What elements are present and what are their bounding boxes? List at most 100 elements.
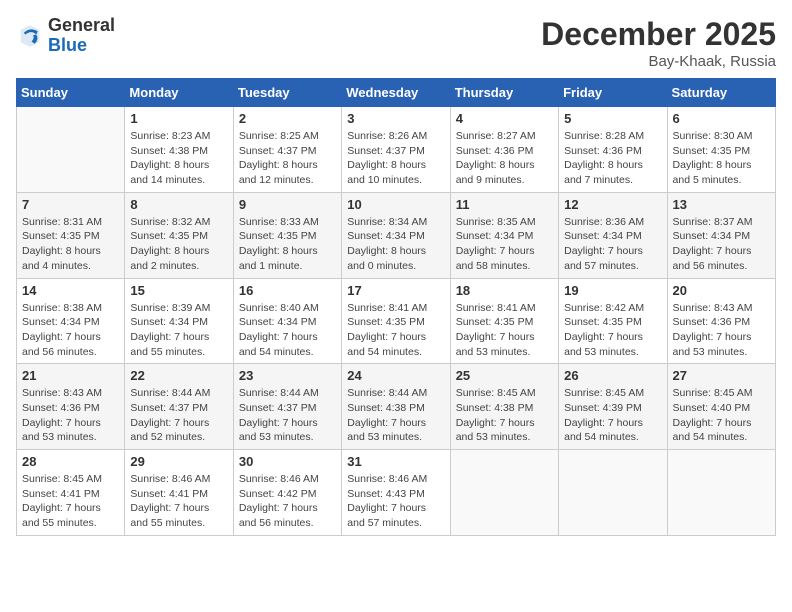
day-info: Sunrise: 8:37 AM Sunset: 4:34 PM Dayligh… — [673, 215, 770, 274]
day-number: 21 — [22, 368, 119, 383]
calendar-cell: 20 Sunrise: 8:43 AM Sunset: 4:36 PM Dayli… — [667, 278, 775, 364]
day-info: Sunrise: 8:44 AM Sunset: 4:37 PM Dayligh… — [130, 386, 227, 445]
day-number: 8 — [130, 197, 227, 212]
day-info: Sunrise: 8:30 AM Sunset: 4:35 PM Dayligh… — [673, 129, 770, 188]
calendar-cell: 5 Sunrise: 8:28 AM Sunset: 4:36 PM Daylig… — [559, 107, 667, 193]
day-info: Sunrise: 8:42 AM Sunset: 4:35 PM Dayligh… — [564, 301, 661, 360]
day-info: Sunrise: 8:39 AM Sunset: 4:34 PM Dayligh… — [130, 301, 227, 360]
weekday-header-monday: Monday — [125, 79, 233, 107]
calendar-week-row: 21 Sunrise: 8:43 AM Sunset: 4:36 PM Dayli… — [17, 364, 776, 450]
day-number: 30 — [239, 454, 336, 469]
day-info: Sunrise: 8:36 AM Sunset: 4:34 PM Dayligh… — [564, 215, 661, 274]
day-number: 25 — [456, 368, 553, 383]
weekday-header-friday: Friday — [559, 79, 667, 107]
day-number: 2 — [239, 111, 336, 126]
day-info: Sunrise: 8:35 AM Sunset: 4:34 PM Dayligh… — [456, 215, 553, 274]
calendar-cell: 17Sunrise: 8:41 AM Sunset: 4:35 PM Dayli… — [342, 278, 450, 364]
day-number: 26 — [564, 368, 661, 383]
day-info: Sunrise: 8:45 AM Sunset: 4:41 PM Dayligh… — [22, 472, 119, 531]
calendar-cell: 31 Sunrise: 8:46 AM Sunset: 4:43 PM Dayli… — [342, 450, 450, 536]
calendar-cell — [17, 107, 125, 193]
calendar-cell: 9Sunrise: 8:33 AM Sunset: 4:35 PM Daylig… — [233, 192, 341, 278]
day-info: Sunrise: 8:45 AM Sunset: 4:38 PM Dayligh… — [456, 386, 553, 445]
day-info: Sunrise: 8:38 AM Sunset: 4:34 PM Dayligh… — [22, 301, 119, 360]
day-number: 5 — [564, 111, 661, 126]
calendar-cell: 11Sunrise: 8:35 AM Sunset: 4:34 PM Dayli… — [450, 192, 558, 278]
weekday-header-thursday: Thursday — [450, 79, 558, 107]
day-number: 27 — [673, 368, 770, 383]
day-info: Sunrise: 8:26 AM Sunset: 4:37 PM Dayligh… — [347, 129, 444, 188]
day-number: 22 — [130, 368, 227, 383]
day-info: Sunrise: 8:41 AM Sunset: 4:35 PM Dayligh… — [456, 301, 553, 360]
day-info: Sunrise: 8:43 AM Sunset: 4:36 PM Dayligh… — [22, 386, 119, 445]
calendar-week-row: 14Sunrise: 8:38 AM Sunset: 4:34 PM Dayli… — [17, 278, 776, 364]
day-info: Sunrise: 8:27 AM Sunset: 4:36 PM Dayligh… — [456, 129, 553, 188]
day-info: Sunrise: 8:46 AM Sunset: 4:41 PM Dayligh… — [130, 472, 227, 531]
calendar-cell: 30Sunrise: 8:46 AM Sunset: 4:42 PM Dayli… — [233, 450, 341, 536]
day-number: 15 — [130, 283, 227, 298]
calendar-cell: 10 Sunrise: 8:34 AM Sunset: 4:34 PM Dayli… — [342, 192, 450, 278]
calendar-cell: 28 Sunrise: 8:45 AM Sunset: 4:41 PM Dayli… — [17, 450, 125, 536]
day-number: 31 — [347, 454, 444, 469]
calendar-cell: 16Sunrise: 8:40 AM Sunset: 4:34 PM Dayli… — [233, 278, 341, 364]
day-number: 9 — [239, 197, 336, 212]
day-info: Sunrise: 8:46 AM Sunset: 4:43 PM Dayligh… — [347, 472, 444, 531]
day-info: Sunrise: 8:45 AM Sunset: 4:40 PM Dayligh… — [673, 386, 770, 445]
day-number: 23 — [239, 368, 336, 383]
day-info: Sunrise: 8:25 AM Sunset: 4:37 PM Dayligh… — [239, 129, 336, 188]
day-number: 24 — [347, 368, 444, 383]
calendar-cell: 23 Sunrise: 8:44 AM Sunset: 4:37 PM Dayli… — [233, 364, 341, 450]
month-title: December 2025 — [541, 16, 776, 53]
calendar-cell — [559, 450, 667, 536]
calendar-cell: 29 Sunrise: 8:46 AM Sunset: 4:41 PM Dayli… — [125, 450, 233, 536]
day-number: 28 — [22, 454, 119, 469]
day-info: Sunrise: 8:45 AM Sunset: 4:39 PM Dayligh… — [564, 386, 661, 445]
day-number: 12 — [564, 197, 661, 212]
day-info: Sunrise: 8:28 AM Sunset: 4:36 PM Dayligh… — [564, 129, 661, 188]
day-info: Sunrise: 8:34 AM Sunset: 4:34 PM Dayligh… — [347, 215, 444, 274]
logo-text: General Blue — [48, 16, 115, 56]
calendar-cell — [667, 450, 775, 536]
day-info: Sunrise: 8:43 AM Sunset: 4:36 PM Dayligh… — [673, 301, 770, 360]
calendar-cell — [450, 450, 558, 536]
day-number: 6 — [673, 111, 770, 126]
calendar-cell: 7Sunrise: 8:31 AM Sunset: 4:35 PM Daylig… — [17, 192, 125, 278]
calendar-cell: 6 Sunrise: 8:30 AM Sunset: 4:35 PM Daylig… — [667, 107, 775, 193]
weekday-header-row: SundayMondayTuesdayWednesdayThursdayFrid… — [17, 79, 776, 107]
weekday-header-saturday: Saturday — [667, 79, 775, 107]
calendar-week-row: 1 Sunrise: 8:23 AM Sunset: 4:38 PM Daylig… — [17, 107, 776, 193]
calendar-week-row: 28 Sunrise: 8:45 AM Sunset: 4:41 PM Dayli… — [17, 450, 776, 536]
day-info: Sunrise: 8:23 AM Sunset: 4:38 PM Dayligh… — [130, 129, 227, 188]
day-number: 16 — [239, 283, 336, 298]
calendar-cell: 3 Sunrise: 8:26 AM Sunset: 4:37 PM Daylig… — [342, 107, 450, 193]
weekday-header-sunday: Sunday — [17, 79, 125, 107]
day-number: 4 — [456, 111, 553, 126]
title-block: December 2025 Bay-Khaak, Russia — [541, 16, 776, 70]
calendar-cell: 25 Sunrise: 8:45 AM Sunset: 4:38 PM Dayli… — [450, 364, 558, 450]
location: Bay-Khaak, Russia — [541, 53, 776, 70]
calendar: SundayMondayTuesdayWednesdayThursdayFrid… — [16, 78, 776, 536]
calendar-cell: 15 Sunrise: 8:39 AM Sunset: 4:34 PM Dayli… — [125, 278, 233, 364]
day-number: 29 — [130, 454, 227, 469]
day-number: 19 — [564, 283, 661, 298]
calendar-cell: 22 Sunrise: 8:44 AM Sunset: 4:37 PM Dayli… — [125, 364, 233, 450]
calendar-cell: 24Sunrise: 8:44 AM Sunset: 4:38 PM Dayli… — [342, 364, 450, 450]
logo: General Blue — [16, 16, 115, 56]
day-number: 3 — [347, 111, 444, 126]
calendar-cell: 21 Sunrise: 8:43 AM Sunset: 4:36 PM Dayli… — [17, 364, 125, 450]
day-number: 1 — [130, 111, 227, 126]
day-number: 13 — [673, 197, 770, 212]
day-info: Sunrise: 8:31 AM Sunset: 4:35 PM Dayligh… — [22, 215, 119, 274]
day-number: 20 — [673, 283, 770, 298]
calendar-cell: 1 Sunrise: 8:23 AM Sunset: 4:38 PM Daylig… — [125, 107, 233, 193]
calendar-cell: 13 Sunrise: 8:37 AM Sunset: 4:34 PM Dayli… — [667, 192, 775, 278]
calendar-cell: 18Sunrise: 8:41 AM Sunset: 4:35 PM Dayli… — [450, 278, 558, 364]
day-number: 10 — [347, 197, 444, 212]
calendar-cell: 19 Sunrise: 8:42 AM Sunset: 4:35 PM Dayli… — [559, 278, 667, 364]
day-info: Sunrise: 8:44 AM Sunset: 4:37 PM Dayligh… — [239, 386, 336, 445]
calendar-cell: 2 Sunrise: 8:25 AM Sunset: 4:37 PM Daylig… — [233, 107, 341, 193]
calendar-cell: 12 Sunrise: 8:36 AM Sunset: 4:34 PM Dayli… — [559, 192, 667, 278]
calendar-week-row: 7Sunrise: 8:31 AM Sunset: 4:35 PM Daylig… — [17, 192, 776, 278]
calendar-cell: 4 Sunrise: 8:27 AM Sunset: 4:36 PM Daylig… — [450, 107, 558, 193]
day-number: 17 — [347, 283, 444, 298]
